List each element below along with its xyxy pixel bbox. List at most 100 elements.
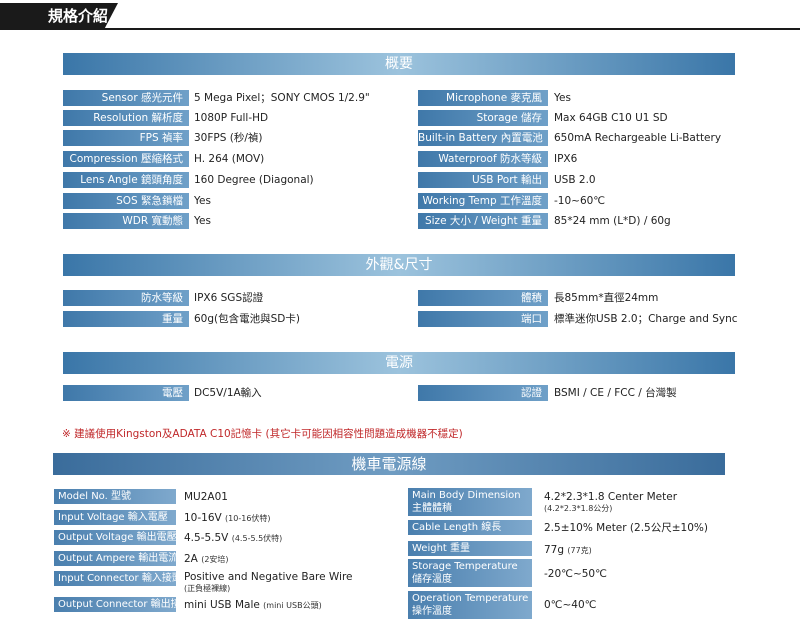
cable-spec-label-text: Storage Temperature [412, 561, 518, 572]
spec-label: 防水等級 [63, 290, 189, 306]
cable-spec-label-text-cn: 操作溫度 [412, 606, 452, 617]
spec-value: USB 2.0 [554, 174, 596, 186]
cable-spec-value: Positive and Negative Bare Wire (正負極裸線) [184, 570, 353, 594]
cable-spec-label: Weight 重量 [408, 541, 532, 556]
cable-spec-value-note: (2安培) [201, 555, 229, 564]
cable-spec-label: Model No. 型號 [54, 489, 176, 504]
spec-value: 長85mm*直徑24mm [554, 292, 659, 304]
cable-spec-value-text: Positive and Negative Bare Wire [184, 571, 353, 583]
spec-row: Storage 儲存 Max 64GB C10 U1 SD [418, 110, 758, 126]
cable-spec-label-text: Input Voltage 輸入電壓 [58, 512, 168, 523]
spec-label: 電壓 [63, 385, 189, 401]
cable-spec-label: Storage Temperature 儲存溫度 [408, 559, 532, 587]
cable-spec-label-text: Model No. 型號 [58, 491, 131, 502]
cable-spec-value-note: (4.2*2.3*1.8公分) [544, 504, 613, 513]
spec-label: 端口 [418, 311, 548, 327]
cable-spec-value: 0℃~40℃ [544, 598, 596, 612]
cable-spec-value: 4.5-5.5V (4.5-5.5伏特) [184, 531, 282, 546]
cable-spec-value: 4.2*2.3*1.8 Center Meter (4.2*2.3*1.8公分) [544, 490, 677, 514]
spec-value: Max 64GB C10 U1 SD [554, 112, 668, 124]
spec-label: SOS 緊急鎖檔 [63, 193, 189, 209]
spec-value: Yes [194, 215, 211, 227]
spec-row: FPS 禎率 30FPS (秒/禎) [63, 130, 403, 146]
cable-spec-value-note: (10-16伏特) [225, 514, 271, 523]
spec-row: Lens Angle 鏡頭角度 160 Degree (Diagonal) [63, 172, 403, 188]
cable-spec-value-text: 10-16V [184, 512, 222, 524]
spec-row: 防水等級 IPX6 SGS認證 [63, 290, 403, 306]
spec-label: FPS 禎率 [63, 130, 189, 146]
spec-label: 認證 [418, 385, 548, 401]
spec-label: Built-in Battery 內置電池 [418, 130, 548, 146]
spec-value: -10~60℃ [554, 195, 606, 207]
spec-label: Resolution 解析度 [63, 110, 189, 126]
spec-value: H. 264 (MOV) [194, 153, 265, 165]
spec-value: DC5V/1A輸入 [194, 387, 262, 399]
cable-spec-value-text: 4.5-5.5V [184, 532, 229, 544]
cable-spec-label: Output Ampere 輸出電流 [54, 551, 176, 566]
cable-spec-label-text: Output Voltage 輸出電壓 [58, 532, 176, 543]
spec-label: 體積 [418, 290, 548, 306]
cable-spec-value-text: MU2A01 [184, 491, 228, 503]
cable-spec-label-text: Weight 重量 [412, 543, 471, 554]
spec-row: USB Port 輸出 USB 2.0 [418, 172, 758, 188]
spec-value: 30FPS (秒/禎) [194, 132, 263, 144]
cable-spec-label-text-cn: 儲存溫度 [412, 574, 452, 585]
spec-value: Yes [194, 195, 211, 207]
cable-spec-label-text: Operation Temperature [412, 593, 529, 604]
spec-row: Resolution 解析度 1080P Full-HD [63, 110, 403, 126]
cable-spec-value-text: 77g [544, 544, 565, 556]
header-rule [100, 28, 800, 30]
spec-label: Working Temp 工作溫度 [418, 193, 548, 209]
cable-spec-value-text: 0℃~40℃ [544, 599, 597, 611]
cable-spec-label-text: Output Connector 輸出接頭 [58, 599, 176, 610]
spec-value: 標準迷你USB 2.0；Charge and Sync [554, 313, 738, 325]
spec-value: BSMI / CE / FCC / 台灣製 [554, 387, 677, 399]
cable-spec-value-note: (4.5-5.5伏特) [231, 534, 283, 543]
spec-label: 重量 [63, 311, 189, 327]
spec-label: Compression 壓縮格式 [63, 151, 189, 167]
section-overview-header: 概要 [63, 53, 735, 75]
spec-label: Microphone 麥克風 [418, 90, 548, 106]
cable-spec-label-text: Input Connector 輸入接頭 [58, 573, 176, 584]
spec-value: 1080P Full-HD [194, 112, 269, 124]
spec-row: Sensor 感光元件 5 Mega Pixel；SONY CMOS 1/2.9… [63, 90, 403, 106]
spec-label: USB Port 輸出 [418, 172, 548, 188]
cable-spec-value-text: mini USB Male [184, 599, 260, 611]
cable-spec-value-note: (mini USB公頭) [263, 601, 322, 610]
spec-row: Compression 壓縮格式 H. 264 (MOV) [63, 151, 403, 167]
cable-spec-label: Main Body Dimension 主體體積 [408, 488, 532, 516]
cable-spec-label: Input Voltage 輸入電壓 [54, 510, 176, 525]
cable-spec-label: Cable Length 線長 [408, 520, 532, 535]
page-title: 規格介紹 [0, 3, 118, 30]
spec-row: Working Temp 工作溫度 -10~60℃ [418, 193, 758, 209]
cable-spec-value: 10-16V (10-16伏特) [184, 511, 271, 526]
spec-label: Waterproof 防水等級 [418, 151, 548, 167]
section-appearance-header: 外觀&尺寸 [63, 254, 735, 276]
cable-spec-label: Output Voltage 輸出電壓 [54, 530, 176, 545]
spec-value: 650mA Rechargeable Li-Battery [554, 132, 722, 144]
cable-spec-value-text: -20℃~50℃ [544, 568, 607, 580]
spec-value: 160 Degree (Diagonal) [194, 174, 314, 186]
cable-spec-value: MU2A01 [184, 490, 228, 504]
spec-value: 60g(包含電池與SD卡) [194, 313, 300, 325]
cable-spec-value-note: (77克) [567, 546, 592, 555]
spec-label: Storage 儲存 [418, 110, 548, 126]
cable-spec-label-text-cn: 主體體積 [412, 503, 452, 514]
cable-spec-value: 77g (77克) [544, 543, 592, 558]
cable-spec-value-text: 2A [184, 553, 198, 565]
cable-spec-label-text: Cable Length 線長 [412, 522, 502, 533]
spec-label: Lens Angle 鏡頭角度 [63, 172, 189, 188]
spec-row: Size 大小 / Weight 重量 85*24 mm (L*D) / 60g [418, 213, 758, 229]
spec-value: Yes [554, 92, 571, 104]
spec-label: Size 大小 / Weight 重量 [418, 213, 548, 229]
spec-row: 電壓 DC5V/1A輸入 [63, 385, 403, 401]
spec-row: SOS 緊急鎖檔 Yes [63, 193, 403, 209]
cable-spec-value-note: (正負極裸線) [184, 584, 231, 593]
spec-row: 體積 長85mm*直徑24mm [418, 290, 758, 306]
memory-card-note: ※ 建議使用Kingston及ADATA C10記憶卡 (其它卡可能因相容性問題… [62, 428, 463, 440]
spec-row: WDR 寬動態 Yes [63, 213, 403, 229]
spec-label: Sensor 感光元件 [63, 90, 189, 106]
cable-spec-label: Input Connector 輸入接頭 [54, 571, 176, 586]
cable-spec-label: Operation Temperature 操作溫度 [408, 591, 532, 619]
spec-row: Built-in Battery 內置電池 650mA Rechargeable… [418, 130, 758, 146]
